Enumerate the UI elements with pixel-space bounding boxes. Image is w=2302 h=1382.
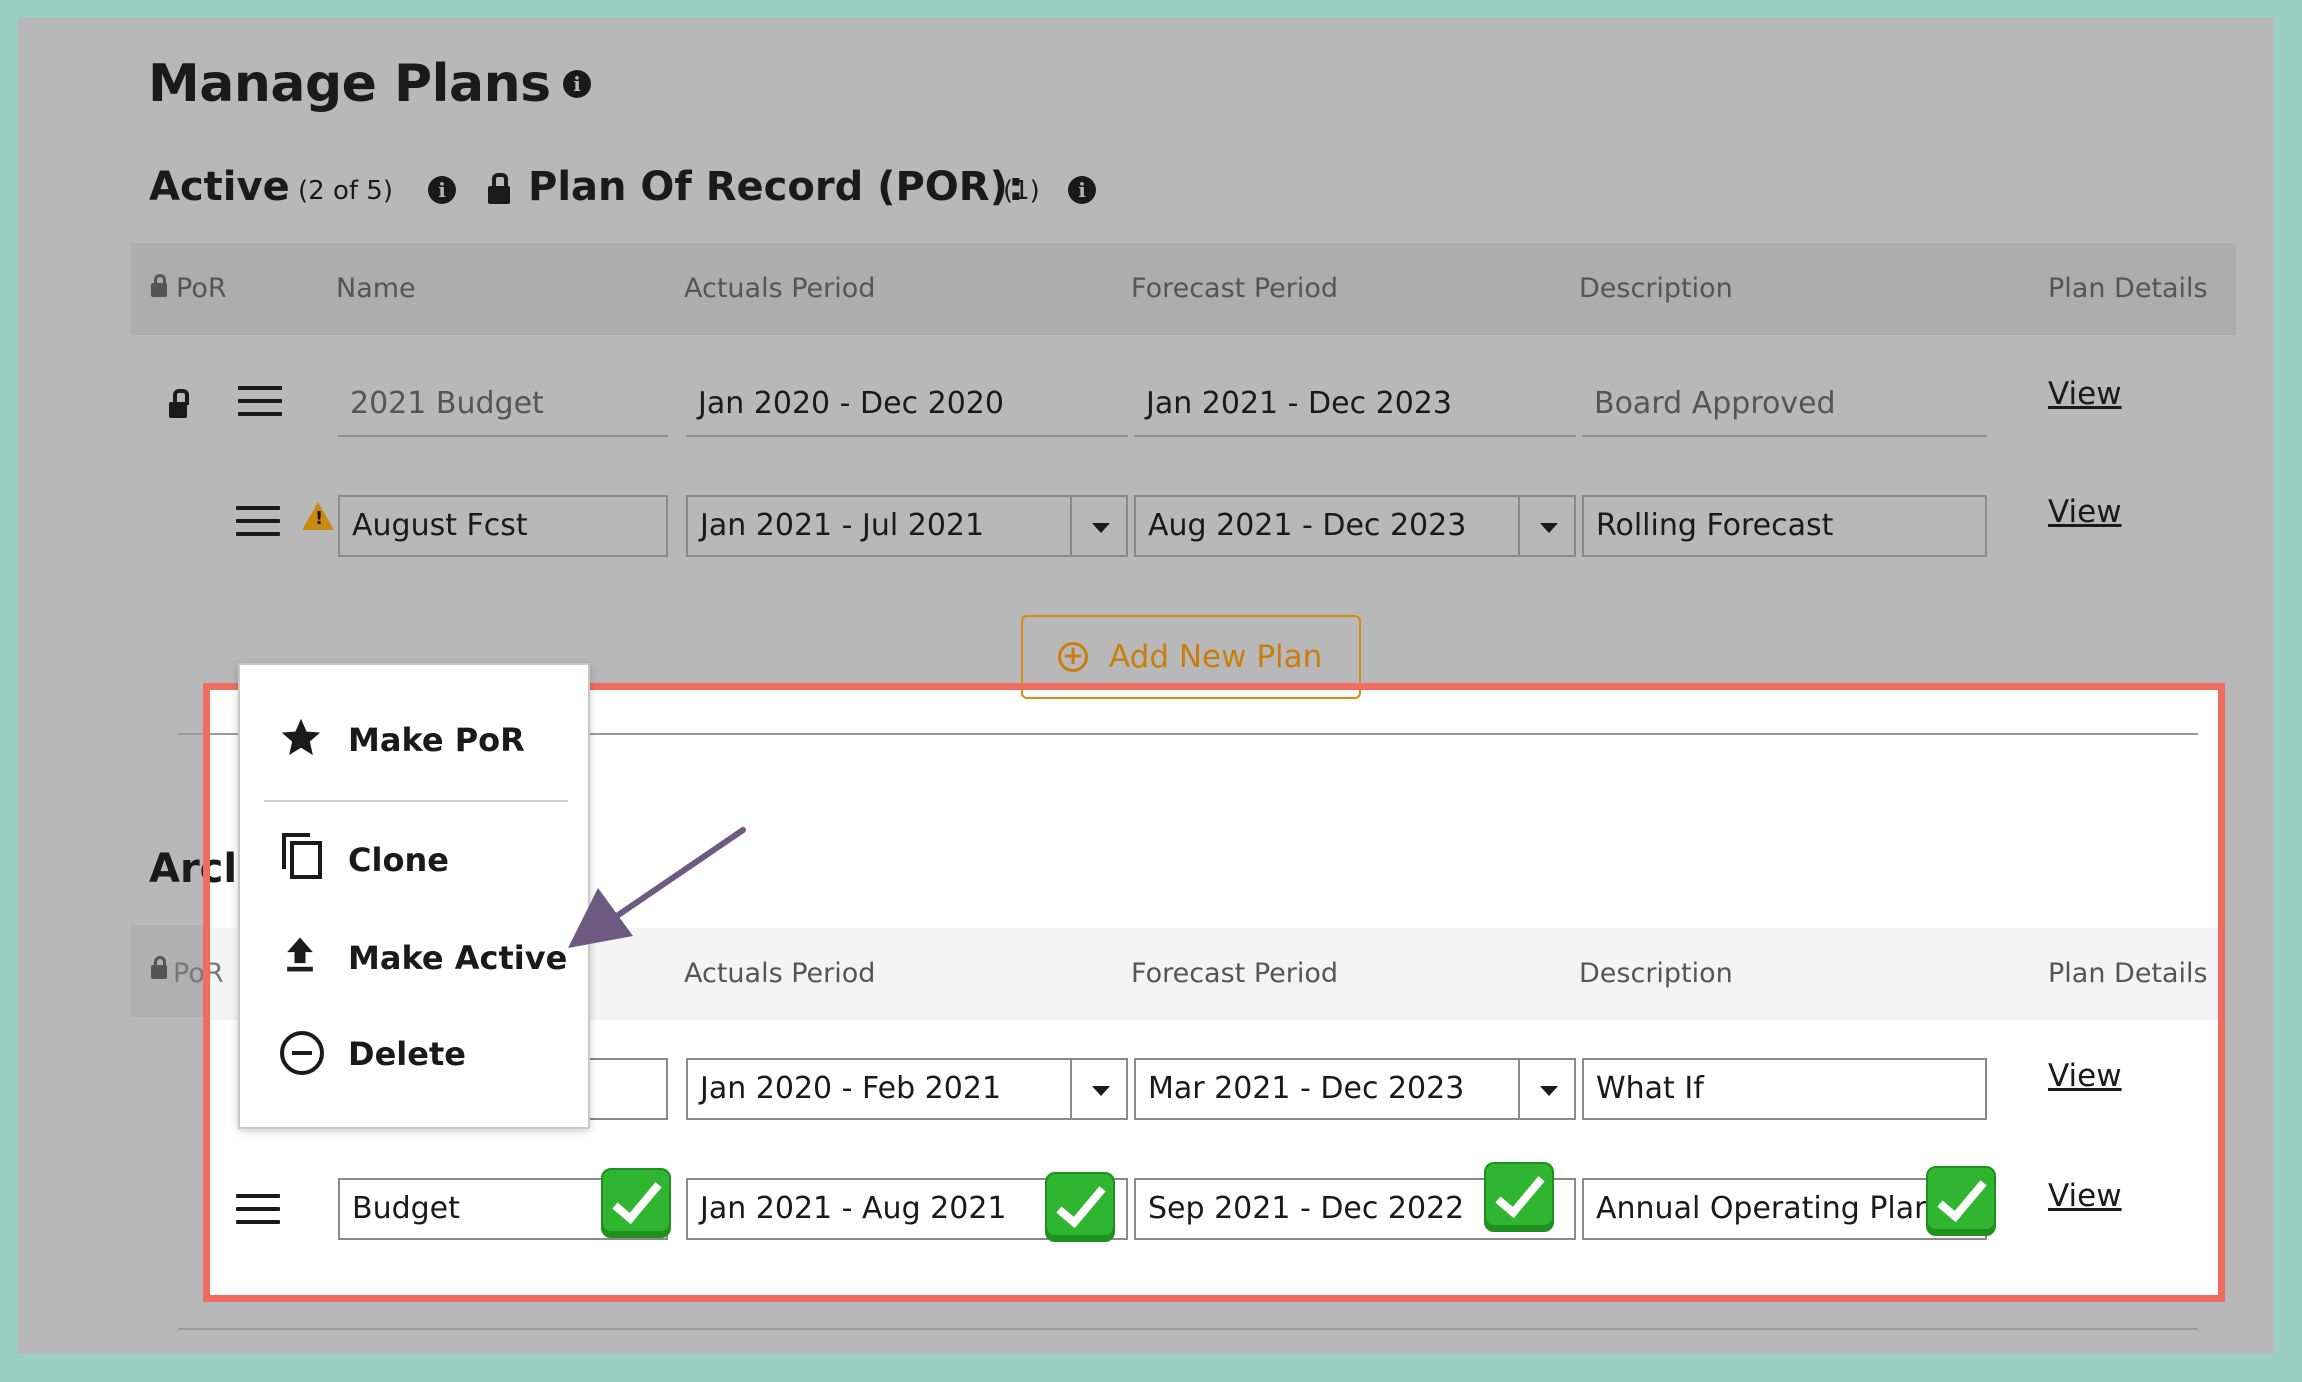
row-menu-icon[interactable] [238,386,282,418]
chevron-down-icon[interactable] [1518,497,1574,555]
view-link[interactable]: View [2048,376,2122,412]
forecast-field: Jan 2021 - Dec 2023 [1134,375,1576,437]
row-menu-icon[interactable] [236,506,280,538]
col-actuals: Actuals Period [684,273,876,304]
plus-circle-icon: + [1058,642,1088,672]
upload-icon [287,937,313,972]
make-active-menu-item[interactable]: Make Active [348,939,567,977]
chevron-down-icon[interactable] [1070,497,1126,555]
col-por: PoR [176,273,227,304]
star-icon [281,718,321,756]
delete-menu-item[interactable]: Delete [348,1035,466,1073]
active-count: (2 of 5) [298,176,393,206]
active-table-header: PoR Name Actuals Period Forecast Period … [131,243,2236,335]
col-name: Name [336,273,416,304]
page-title: Manage Plans [148,54,551,114]
header-lock-icon [151,956,167,979]
clone-icon [282,833,322,879]
menu-separator [264,800,568,802]
clone-menu-item[interactable]: Clone [348,841,449,879]
header-lock-icon [151,274,167,297]
title-info-icon[interactable]: i [563,70,591,98]
actuals-field: Jan 2020 - Dec 2020 [686,375,1128,437]
por-heading: Plan Of Record (POR): [528,164,1024,210]
annotation-arrow [568,827,746,948]
por-lock-icon [488,173,510,204]
col-description: Description [1579,273,1733,304]
minus-circle-icon [280,1031,324,1075]
por-info-icon[interactable]: i [1068,176,1096,204]
divider [178,1328,2198,1330]
description-input[interactable]: Rolling Forecast [1582,495,1987,557]
col-plan-details: Plan Details [2048,273,2208,304]
screenshot-frame: Manage Plans i Active (2 of 5) i Plan Of… [10,10,2280,1362]
active-heading: Active [149,164,290,210]
active-info-icon[interactable]: i [428,176,456,204]
por-count: (1) [1003,176,1040,206]
plan-name-field: 2021 Budget [338,375,668,437]
actuals-select[interactable]: Jan 2021 - Jul 2021 [686,495,1128,557]
view-link[interactable]: View [2048,494,2122,530]
row-lock-icon [169,389,190,418]
row-context-menu: Make PoR Clone Make Active Delete [238,663,590,1129]
warning-icon: ! [302,502,334,530]
plan-name-input[interactable]: August Fcst [338,495,668,557]
make-por-menu-item[interactable]: Make PoR [348,721,525,759]
col-forecast: Forecast Period [1131,273,1339,304]
forecast-select[interactable]: Aug 2021 - Dec 2023 [1134,495,1576,557]
description-field: Board Approved [1582,375,1987,437]
